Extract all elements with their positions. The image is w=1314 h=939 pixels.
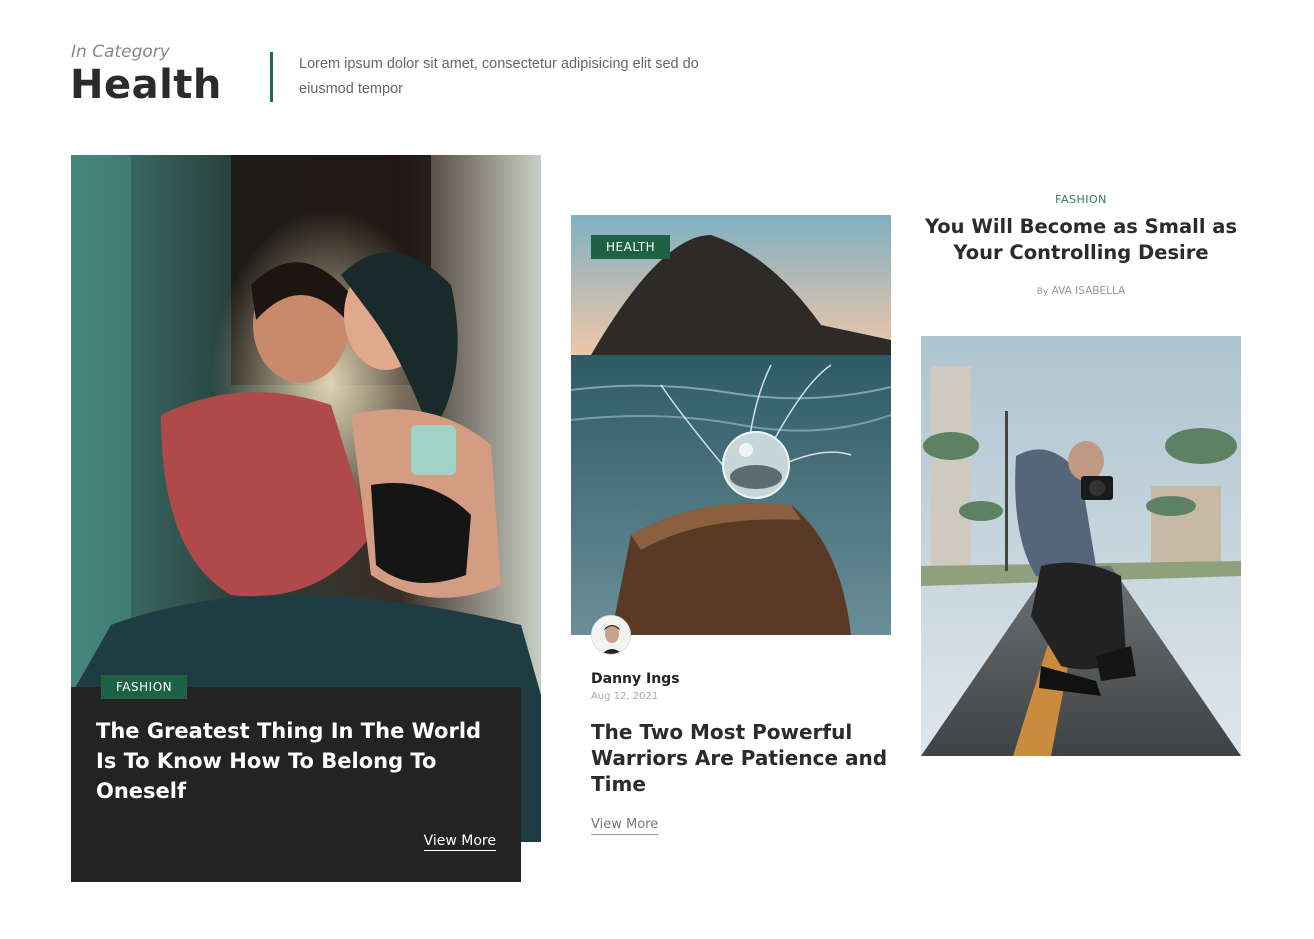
page-title: Health <box>70 62 222 108</box>
card2-view-more-link[interactable]: View More <box>591 817 659 835</box>
card2-image[interactable] <box>571 215 891 635</box>
byline-prefix: By <box>1036 287 1049 297</box>
byline-author[interactable]: AVA ISABELLA <box>1052 285 1126 297</box>
card3-title[interactable]: You Will Become as Small as Your Control… <box>921 214 1241 266</box>
card3-byline: By AVA ISABELLA <box>921 285 1241 297</box>
card1-title[interactable]: The Greatest Thing In The World Is To Kn… <box>96 716 506 806</box>
card3-image[interactable] <box>921 336 1241 756</box>
card3-category-label[interactable]: FASHION <box>921 193 1241 206</box>
header-divider <box>270 52 273 102</box>
category-eyebrow: In Category <box>71 42 170 62</box>
author-name[interactable]: Danny Ings <box>591 671 680 687</box>
header-description: Lorem ipsum dolor sit amet, consectetur … <box>299 56 699 97</box>
card1-view-more-link[interactable]: View More <box>423 833 496 851</box>
post-date: Aug 12, 2021 <box>591 691 659 702</box>
card2-title[interactable]: The Two Most Powerful Warriors Are Patie… <box>591 719 891 797</box>
card2-category-tag[interactable]: HEALTH <box>591 235 671 259</box>
author-avatar[interactable] <box>591 615 631 655</box>
card1-category-tag[interactable]: FASHION <box>101 675 188 699</box>
